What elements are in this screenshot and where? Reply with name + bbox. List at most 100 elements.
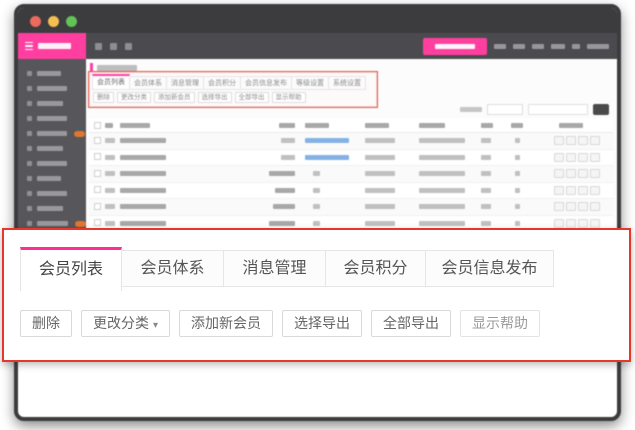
header-menu-item-placeholder[interactable] <box>494 44 506 49</box>
mini-button-1[interactable]: 更改分类 <box>117 92 151 103</box>
row-action-button[interactable] <box>590 186 600 195</box>
row-action-button[interactable] <box>578 169 588 178</box>
cell-placeholder <box>313 204 320 209</box>
sidebar-item[interactable] <box>18 186 86 201</box>
chevron-down-icon: ▾ <box>153 320 158 331</box>
row-action-button[interactable] <box>578 202 588 211</box>
row-checkbox[interactable] <box>94 219 101 226</box>
cell-placeholder <box>515 204 520 209</box>
header-menu-item-placeholder[interactable] <box>587 44 609 49</box>
delete-button[interactable]: 删除 <box>20 310 72 337</box>
traffic-light-zoom-icon[interactable] <box>66 16 77 27</box>
mini-tab-2[interactable]: 消息管理 <box>167 76 204 90</box>
row-action-button[interactable] <box>566 219 576 228</box>
row-checkbox[interactable] <box>94 153 101 160</box>
callout-tab-member-info-publish[interactable]: 会员信息发布 <box>426 250 554 287</box>
callout-tab-member-system[interactable]: 会员体系 <box>122 250 224 287</box>
callout-tab-member-points[interactable]: 会员积分 <box>326 250 426 287</box>
sidebar-item[interactable] <box>18 96 86 111</box>
table-row[interactable] <box>89 133 613 150</box>
table-row[interactable] <box>89 183 613 200</box>
toolbar-icon-3[interactable] <box>125 43 132 50</box>
row-action-button[interactable] <box>590 202 600 211</box>
mini-button-2[interactable]: 添加新会员 <box>154 92 195 103</box>
row-checkbox[interactable] <box>94 203 101 210</box>
header-menu-item-placeholder[interactable] <box>532 44 544 49</box>
mini-tab-0[interactable]: 会员列表 <box>92 74 130 90</box>
select-export-button[interactable]: 选择导出 <box>282 310 362 337</box>
cell-placeholder <box>419 188 465 193</box>
cell-placeholder <box>105 155 115 160</box>
row-action-button[interactable] <box>566 202 576 211</box>
row-action-button[interactable] <box>590 153 600 162</box>
sidebar-item[interactable] <box>18 111 86 126</box>
sidebar-item[interactable] <box>18 171 86 186</box>
row-action-button[interactable] <box>566 169 576 178</box>
mini-button-bar: 删除更改分类添加新会员选择导出全部导出显示帮助 <box>93 92 377 103</box>
app-header <box>18 33 617 59</box>
header-menu-item-placeholder[interactable] <box>551 44 565 49</box>
sidebar-item[interactable] <box>18 156 86 171</box>
mini-tab-1[interactable]: 会员体系 <box>130 76 167 90</box>
sidebar-item[interactable] <box>18 201 86 216</box>
select-all-checkbox[interactable] <box>94 122 101 129</box>
show-help-button[interactable]: 显示帮助 <box>460 310 540 337</box>
sidebar-item[interactable] <box>18 126 86 141</box>
cell-placeholder <box>105 138 115 143</box>
header-menu-item-placeholder[interactable] <box>572 44 580 49</box>
row-action-button[interactable] <box>590 219 600 228</box>
export-all-button[interactable]: 全部导出 <box>371 310 451 337</box>
table-row[interactable] <box>89 150 613 167</box>
row-checkbox[interactable] <box>94 186 101 193</box>
row-action-button[interactable] <box>554 169 564 178</box>
cell-placeholder <box>269 171 295 176</box>
row-action-button[interactable] <box>578 186 588 195</box>
mini-button-4[interactable]: 全部导出 <box>235 92 269 103</box>
brand-logo[interactable] <box>18 33 86 59</box>
mini-button-3[interactable]: 选择导出 <box>198 92 232 103</box>
toolbar-icon-1[interactable] <box>95 43 102 50</box>
row-action-button[interactable] <box>578 219 588 228</box>
row-action-button[interactable] <box>590 169 600 178</box>
mini-tab-5[interactable]: 等级设置 <box>292 76 329 90</box>
mini-tab-4[interactable]: 会员信息发布 <box>241 76 292 90</box>
mini-button-0[interactable]: 删除 <box>93 92 114 103</box>
row-action-button[interactable] <box>566 136 576 145</box>
row-action-button[interactable] <box>554 153 564 162</box>
sidebar-item-icon <box>27 221 32 226</box>
mini-tab-6[interactable]: 系统设置 <box>329 76 366 90</box>
row-checkbox[interactable] <box>94 170 101 177</box>
add-new-member-button[interactable]: 添加新会员 <box>179 310 273 337</box>
row-action-button[interactable] <box>554 136 564 145</box>
mini-tab-3[interactable]: 会员积分 <box>204 76 241 90</box>
change-category-button[interactable]: 更改分类▾ <box>81 310 170 337</box>
table-row[interactable] <box>89 199 613 216</box>
sidebar-item[interactable] <box>18 66 86 81</box>
row-checkbox[interactable] <box>94 137 101 144</box>
sidebar-item-label-placeholder <box>37 71 61 76</box>
mini-button-5[interactable]: 显示帮助 <box>272 92 306 103</box>
sidebar-item-label-placeholder <box>37 206 63 211</box>
search-input[interactable] <box>528 104 588 115</box>
sidebar-item-label-placeholder <box>37 116 67 121</box>
traffic-light-close-icon[interactable] <box>30 16 41 27</box>
row-action-button[interactable] <box>554 186 564 195</box>
row-action-button[interactable] <box>590 136 600 145</box>
sidebar-item[interactable] <box>18 141 86 156</box>
header-action-button[interactable] <box>423 38 487 55</box>
row-action-button[interactable] <box>578 136 588 145</box>
filter-select[interactable] <box>487 104 523 115</box>
row-action-button[interactable] <box>554 202 564 211</box>
row-action-button[interactable] <box>566 153 576 162</box>
row-action-button[interactable] <box>578 153 588 162</box>
sidebar-item[interactable] <box>18 81 86 96</box>
traffic-light-minimize-icon[interactable] <box>48 16 59 27</box>
search-button[interactable] <box>593 104 609 115</box>
row-action-button[interactable] <box>554 219 564 228</box>
header-menu-item-placeholder[interactable] <box>513 44 525 49</box>
callout-tab-member-list[interactable]: 会员列表 <box>20 247 122 291</box>
toolbar-icon-2[interactable] <box>110 43 117 50</box>
table-row[interactable] <box>89 166 613 183</box>
callout-tab-message-management[interactable]: 消息管理 <box>224 250 326 287</box>
row-action-button[interactable] <box>566 186 576 195</box>
